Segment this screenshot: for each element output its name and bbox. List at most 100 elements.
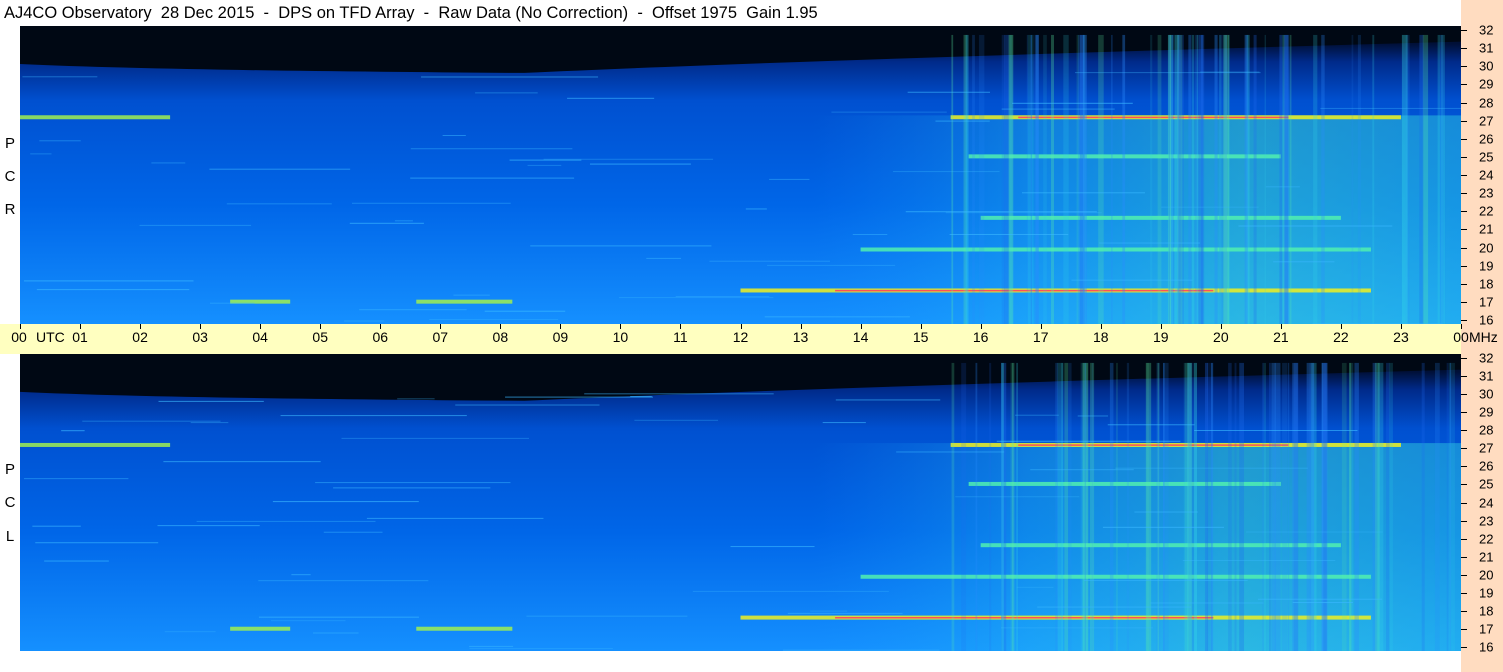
interference-line [860, 247, 1371, 252]
noise-column [1034, 34, 1039, 324]
time-tick-mark [140, 324, 142, 329]
signal-streak [945, 212, 1102, 214]
frequency-tick-mark [1461, 247, 1467, 249]
time-tick-label: 14 [852, 329, 869, 345]
time-tick-label: 15 [912, 329, 929, 345]
frequency-tick-label: 23 [1479, 185, 1494, 201]
signal-streak [589, 163, 691, 165]
frequency-tick-label: 24 [1479, 167, 1494, 183]
signal-streak [455, 404, 600, 406]
signal-streak [410, 177, 575, 179]
frequency-tick-mark [1461, 120, 1467, 122]
time-tick-label: 00 [1453, 329, 1469, 345]
frequency-tick-label: 23 [1479, 513, 1494, 529]
noise-column [1244, 34, 1248, 324]
signal-streak [745, 208, 767, 210]
signal-streak [630, 396, 652, 398]
interference-line [230, 626, 291, 631]
frequency-tick-label: 32 [1479, 22, 1494, 38]
noise-column [1008, 34, 1014, 324]
signal-streak [22, 76, 98, 78]
noise-column [1341, 362, 1347, 651]
rcp-label-letter-2: C [4, 168, 16, 185]
noise-column [1321, 34, 1325, 324]
time-tick-label: 05 [312, 329, 328, 345]
noise-column [1389, 362, 1393, 651]
signal-streak [35, 542, 159, 544]
frequency-tick-mark [1461, 211, 1467, 213]
noise-column [1440, 34, 1446, 324]
noise-column [1055, 362, 1058, 651]
signal-streak [1001, 108, 1115, 110]
noise-column [1163, 362, 1165, 651]
time-tick-mark [80, 324, 82, 329]
signal-streak [1077, 415, 1109, 417]
signal-streak [907, 91, 991, 93]
noise-column [1051, 34, 1054, 324]
signal-streak [163, 461, 321, 463]
signal-streak [949, 233, 1069, 235]
noise-column [1349, 362, 1352, 651]
frequency-tick-mark [1461, 320, 1467, 321]
signal-streak [852, 234, 888, 236]
noise-column [1306, 362, 1311, 651]
frequency-tick-mark [1461, 193, 1467, 195]
interference-line [968, 481, 1281, 486]
noise-column [1323, 362, 1327, 651]
time-tick-label: 02 [132, 329, 148, 345]
noise-column [1313, 34, 1318, 324]
frequency-tick-label: 30 [1479, 58, 1494, 74]
interference-line-peak [835, 289, 1214, 292]
time-tick-mark [1040, 324, 1042, 329]
frequency-tick-label: 17 [1479, 294, 1494, 310]
lcp-label-letter-2: C [4, 494, 16, 511]
time-tick-mark [560, 324, 562, 329]
signal-streak [484, 310, 566, 312]
noise-column [951, 34, 954, 324]
signal-streak [164, 631, 216, 633]
interference-line [416, 299, 513, 304]
signal-streak [1099, 242, 1200, 244]
frequency-tick-mark [1461, 394, 1467, 396]
noise-column [1214, 34, 1218, 324]
signal-streak [1292, 602, 1354, 604]
signal-streak [341, 437, 530, 439]
signal-streak [315, 482, 511, 484]
signal-streak [675, 296, 770, 298]
signal-streak [190, 422, 229, 424]
noise-column [1193, 362, 1198, 651]
noise-column [1001, 362, 1004, 651]
time-tick-mark [1461, 324, 1462, 329]
interference-line [416, 626, 513, 631]
time-tick-mark [500, 324, 502, 329]
time-tick-mark [1220, 324, 1222, 329]
frequency-tick-label: 20 [1479, 240, 1494, 255]
frequency-tick-mark [1461, 30, 1467, 31]
signal-streak [209, 168, 351, 170]
frequency-tick-mark [1461, 647, 1467, 648]
noise-column [1282, 362, 1288, 651]
signal-streak [475, 92, 538, 94]
noise-column [1372, 34, 1375, 324]
signal-streak [24, 478, 129, 480]
signal-streak [442, 134, 466, 136]
noise-column [975, 362, 978, 651]
lcp-spectrogram-panel [20, 354, 1461, 651]
noise-column [1386, 362, 1390, 651]
rcp-label-letter-1: P [4, 135, 15, 152]
noise-column [1239, 362, 1245, 651]
noise-column [1309, 362, 1315, 651]
noise-column [1289, 34, 1292, 324]
frequency-tick-mark [1461, 358, 1467, 359]
noise-column [1437, 34, 1441, 324]
noise-column [1196, 34, 1198, 324]
time-tick-mark [920, 324, 922, 329]
signal-streak [692, 590, 889, 592]
frequency-tick-label: 31 [1479, 368, 1494, 384]
signal-streak [1150, 602, 1264, 604]
signal-streak [258, 616, 419, 618]
noise-column [1219, 34, 1222, 324]
noise-column [1027, 34, 1034, 324]
signal-streak [23, 280, 194, 282]
frequency-tick-mark [1461, 376, 1467, 378]
